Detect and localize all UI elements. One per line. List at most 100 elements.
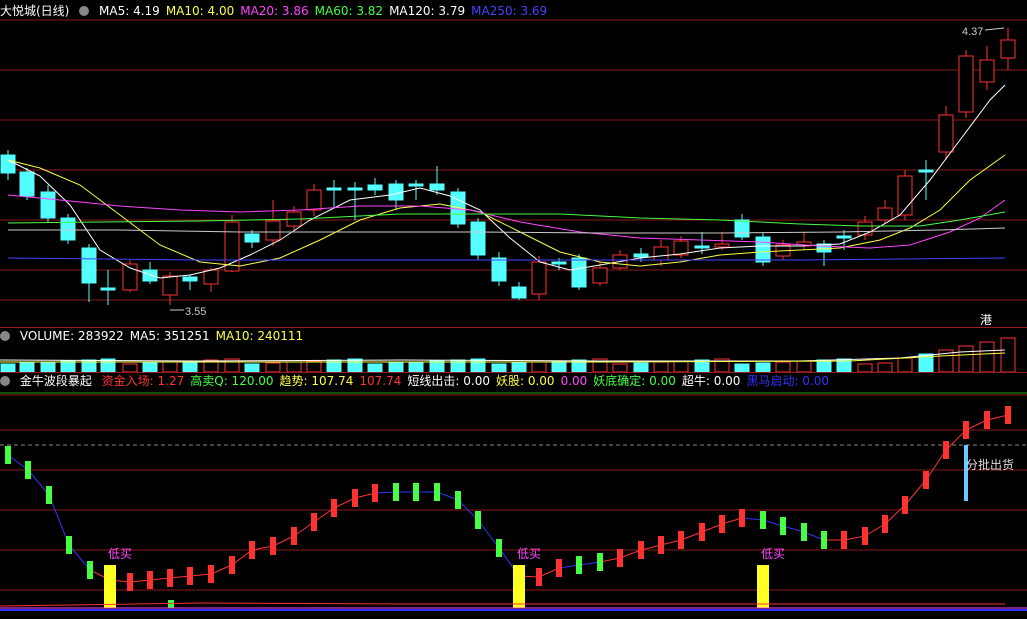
candlestick — [571, 257, 587, 288]
volume-bar — [0, 363, 16, 373]
trend-block — [249, 541, 255, 559]
trend-block — [87, 561, 93, 579]
candlestick — [470, 221, 486, 256]
volume-bar — [367, 363, 383, 373]
volume-bar — [265, 362, 281, 373]
ma10-line — [7, 154, 1006, 267]
indicator-value-7: 妖底确定: 0.00 — [593, 374, 676, 388]
volume-bar — [633, 362, 649, 373]
candlestick — [877, 207, 893, 221]
trend-block — [658, 536, 664, 554]
trend-block — [760, 511, 766, 529]
candlestick — [224, 221, 240, 272]
trend-block — [739, 509, 745, 527]
trend-block — [678, 531, 684, 549]
trend-block — [46, 486, 52, 504]
trend-line — [210, 564, 233, 575]
trend-line — [272, 535, 295, 547]
candlestick — [836, 235, 852, 239]
volume-settings-icon[interactable] — [0, 331, 10, 341]
trend-block — [455, 491, 461, 509]
volume-bar — [122, 363, 138, 373]
candlestick — [1000, 39, 1016, 59]
candlestick — [19, 171, 35, 197]
trend-line — [436, 491, 459, 501]
indicator-value-9: 黑马启动: 0.00 — [746, 374, 830, 388]
stock-title[interactable]: 大悦城(日线) — [0, 4, 69, 18]
trend-block — [617, 549, 623, 567]
volume-bar — [673, 360, 689, 373]
indicator-name[interactable]: 金牛波段暴起 — [20, 374, 92, 388]
candlestick — [244, 233, 260, 243]
sell-signal-bar — [964, 445, 968, 501]
volume-value-2: MA10: 240111 — [215, 329, 304, 343]
buy-signal-bar — [104, 565, 116, 608]
volume-bar — [857, 363, 873, 373]
trend-line — [986, 414, 1009, 421]
high-price-arrow — [984, 27, 1005, 31]
volume-bar — [162, 361, 178, 373]
candlestick — [918, 169, 934, 173]
small-green-block — [168, 600, 174, 608]
volume-bar — [388, 362, 404, 373]
candlestick — [491, 257, 507, 282]
trend-block — [311, 513, 317, 531]
candlestick — [714, 243, 730, 248]
volume-bar — [408, 361, 424, 373]
trend-line — [578, 561, 601, 566]
buy-signal-bar — [513, 565, 525, 608]
trend-line — [680, 531, 703, 541]
candlestick — [326, 187, 342, 191]
ma-value-2: MA20: 3.86 — [240, 4, 309, 18]
candlestick — [367, 184, 383, 191]
trend-line — [189, 573, 212, 577]
candlestick — [531, 261, 547, 295]
candlestick — [182, 276, 198, 282]
trend-block — [331, 499, 337, 517]
candlestick — [979, 59, 995, 83]
candlestick — [306, 189, 322, 211]
volume-bar — [429, 360, 445, 373]
volume-bar — [551, 360, 567, 373]
ma-value-0: MA5: 4.19 — [99, 4, 160, 18]
trend-line — [68, 544, 91, 571]
volume-bar — [491, 363, 507, 373]
low-price-label: 3.55 — [185, 306, 206, 318]
volume-bar — [40, 361, 56, 373]
trend-block — [208, 565, 214, 583]
main-legend: 大悦城(日线) MA5: 4.19 MA10: 4.00 MA20: 3.86 MA6… — [0, 3, 559, 20]
indicator-value-5: 妖股: 0.00 — [495, 374, 555, 388]
trend-block — [699, 523, 705, 541]
candlestick — [653, 246, 669, 261]
indicator-value-1: 高卖Q: 120.00 — [190, 374, 274, 388]
trend-block — [352, 489, 358, 507]
indicator-settings-icon[interactable] — [0, 376, 10, 386]
candlestick — [40, 191, 56, 219]
ma5-line — [7, 84, 1006, 279]
trend-block — [821, 531, 827, 549]
indicator-value-3: 107.74 — [359, 374, 402, 388]
buy-signal-label: 低买 — [108, 547, 132, 561]
volume-bar — [531, 361, 547, 373]
settings-icon[interactable] — [79, 6, 90, 16]
ma-value-3: MA60: 3.82 — [314, 4, 384, 18]
trend-block — [167, 569, 173, 587]
trend-block — [5, 446, 11, 464]
trend-block — [943, 441, 949, 459]
trend-line — [741, 517, 764, 521]
high-price-label: 4.37 — [962, 26, 983, 38]
volume-bar — [755, 362, 771, 373]
ma-value-5: MA250: 3.69 — [471, 4, 548, 18]
sell-signal-label: 分批出货 — [966, 457, 1014, 472]
ma-value-1: MA10: 4.00 — [165, 4, 235, 18]
trend-block — [187, 567, 193, 585]
trend-line — [965, 419, 988, 431]
trend-block — [638, 541, 644, 559]
ma-value-4: MA120: 3.79 — [389, 4, 466, 18]
candlestick — [203, 269, 219, 285]
trend-block — [291, 527, 297, 545]
trend-line — [904, 479, 927, 506]
candlestick — [162, 275, 178, 296]
volume-bar — [653, 361, 669, 373]
trend-block — [556, 559, 562, 577]
